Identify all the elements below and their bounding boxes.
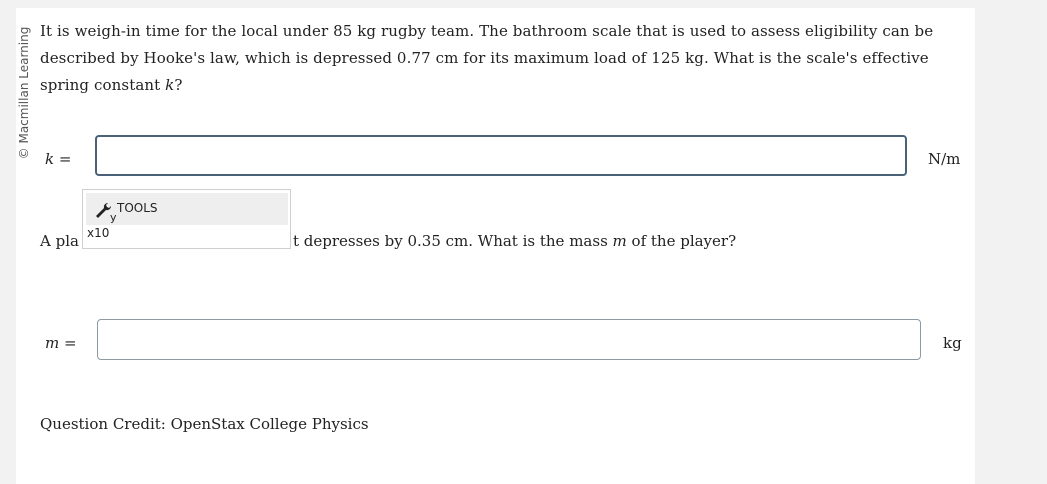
tools-subscript: y <box>110 211 117 224</box>
copyright-text: © Macmillan Learning <box>17 26 31 160</box>
answer-1-equals: = <box>54 150 72 168</box>
answer-2-label: m = <box>45 334 77 352</box>
mass-input[interactable] <box>97 319 921 360</box>
answer-1-label: k = <box>45 150 71 168</box>
question-2-prefix: A pla <box>40 232 79 250</box>
question-1-text: It is weigh-in time for the local under … <box>40 18 960 99</box>
question-credit: Question Credit: OpenStax College Physic… <box>40 415 369 433</box>
spring-constant-input[interactable] <box>95 135 907 176</box>
tools-label: TOOLS <box>117 201 158 215</box>
question-1-variable: k <box>165 76 175 94</box>
answer-1-unit: N/m <box>928 150 961 168</box>
tools-label-text: TOOLS <box>117 201 158 215</box>
answer-2-variable: m <box>45 334 60 352</box>
question-2-body: t depresses by 0.35 cm. What is the mass <box>292 232 613 250</box>
question-2-variable: m <box>612 232 627 250</box>
tools-button[interactable]: TOOLS y <box>86 193 288 225</box>
answer-1-variable: k <box>45 150 55 168</box>
question-1-end: ? <box>174 76 183 94</box>
answer-2-equals: = <box>59 334 77 352</box>
answer-2-unit: kg <box>943 334 962 352</box>
copyright-credit: © Macmillan Learning <box>16 18 32 168</box>
tools-popup: TOOLS y x10 <box>82 189 291 249</box>
question-2-end: of the player? <box>626 232 737 250</box>
x10-button[interactable]: x10 <box>87 226 127 246</box>
